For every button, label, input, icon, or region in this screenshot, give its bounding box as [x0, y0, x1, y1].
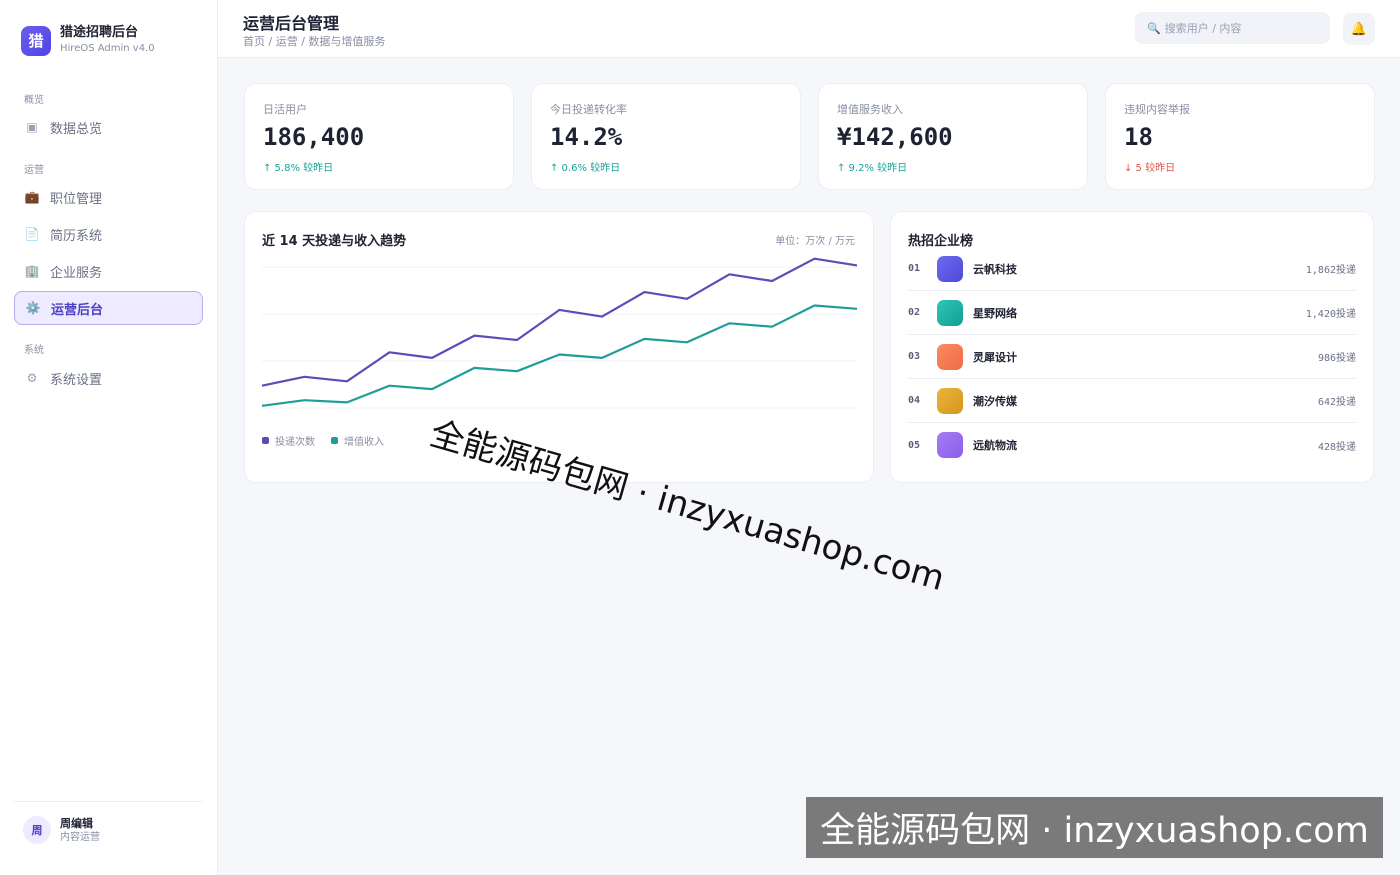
sidebar-item-label: 职位管理	[50, 191, 103, 207]
sidebar-item-label: 企业服务	[50, 265, 103, 281]
stat-card-dau: 日活用户 186,400 ↑ 5.8% 较昨日	[244, 83, 514, 190]
sidebar-item-settings[interactable]: ⚙ 系统设置	[14, 361, 203, 395]
brand[interactable]: 猎 猎途招聘后台 HireOS Admin v4.0	[21, 25, 155, 56]
company-logo	[937, 387, 963, 414]
document-icon: 📄	[24, 227, 40, 241]
company-logo	[937, 299, 963, 326]
application-count: 1,862投递	[1305, 265, 1356, 276]
list-item[interactable]: 04 潮汐传媒 642投递	[908, 379, 1356, 423]
company-name: 星野网络	[973, 306, 1017, 320]
company-logo	[937, 432, 963, 458]
brand-logo: 猎	[21, 25, 51, 56]
sidebar-item-resumes[interactable]: 📄 简历系统	[14, 217, 203, 251]
header: 运营后台管理 首页 / 运营 / 数据与增值服务 🔍 搜索用户 / 内容 🔔	[218, 0, 1400, 58]
stat-card-reports: 违规内容举报 18 ↓ 5 较昨日	[1105, 83, 1375, 190]
chart-legend: 投递次数 增值收入	[262, 433, 400, 448]
briefcase-icon: 💼	[24, 190, 40, 204]
bell-icon: 🔔	[1350, 21, 1368, 37]
sidebar-item-label: 运营后台	[51, 302, 104, 318]
search-placeholder: 搜索用户 / 内容	[1164, 22, 1242, 35]
sidebar-item-jobs[interactable]: 💼 职位管理	[14, 180, 203, 214]
sidebar-item-operations[interactable]: ⚙️ 运营后台	[14, 291, 203, 325]
legend-swatch	[262, 437, 269, 444]
application-count: 428投递	[1317, 441, 1356, 453]
list-item[interactable]: 05 远航物流 428投递	[908, 423, 1356, 467]
user-role: 内容运营	[60, 831, 100, 843]
series-line-revenue[interactable]	[261, 304, 858, 407]
building-icon: 🏢	[24, 264, 40, 278]
legend-item-revenue[interactable]: 增值收入	[331, 433, 384, 448]
list-item[interactable]: 02 星野网络 1,420投递	[908, 291, 1356, 335]
company-logo	[937, 255, 963, 282]
nav-section-overview: 概览	[24, 95, 44, 106]
list-item[interactable]: 01 云帆科技 1,862投递	[908, 247, 1356, 291]
rank-number: 04	[908, 395, 921, 406]
nav-section-operations: 运营	[24, 165, 44, 176]
company-name: 远航物流	[973, 439, 1017, 452]
sidebar: 猎 猎途招聘后台 HireOS Admin v4.0 概览 ▣ 数据总览 运营 …	[0, 0, 218, 875]
legend-swatch	[331, 437, 338, 444]
gear-icon: ⚙️	[25, 301, 41, 315]
rank-number: 03	[908, 351, 921, 362]
series-line-applications[interactable]	[261, 257, 858, 387]
stat-label: 今日投递转化率	[550, 103, 627, 116]
brand-text: 猎途招聘后台 HireOS Admin v4.0	[60, 25, 155, 56]
legend-label: 增值收入	[344, 437, 384, 448]
stat-value: 18	[1124, 123, 1153, 151]
brand-name: 猎途招聘后台	[60, 25, 139, 40]
nav-section-system: 系统	[24, 345, 44, 356]
sidebar-item-label: 系统设置	[50, 372, 103, 388]
company-name: 云帆科技	[973, 262, 1017, 276]
company-name: 灵犀设计	[973, 350, 1017, 364]
legend-item-applications[interactable]: 投递次数	[262, 433, 315, 448]
stat-label: 增值服务收入	[837, 103, 903, 116]
user-name: 周编辑	[60, 816, 93, 830]
company-logo	[937, 343, 963, 370]
settings-icon: ⚙	[26, 371, 38, 385]
watermark-banner: 全能源码包网 · inzyxuashop.com	[806, 797, 1383, 858]
legend-label: 投递次数	[275, 437, 315, 448]
application-count: 642投递	[1317, 397, 1356, 408]
sidebar-item-label: 数据总览	[50, 121, 103, 137]
stat-label: 日活用户	[263, 103, 307, 116]
list-item[interactable]: 03 灵犀设计 986投递	[908, 335, 1356, 379]
stat-delta: ↑ 9.2% 较昨日	[837, 163, 908, 174]
dashboard-icon: ▣	[26, 120, 38, 134]
company-name: 潮汐传媒	[973, 394, 1017, 408]
user-text: 周编辑 内容运营	[60, 817, 100, 844]
sidebar-item-label: 简历系统	[50, 228, 103, 244]
rank-number: 02	[908, 307, 921, 318]
stat-card-conversion: 今日投递转化率 14.2% ↑ 0.6% 较昨日	[531, 83, 801, 190]
search-icon: 🔍	[1147, 21, 1161, 35]
avatar: 周	[23, 816, 51, 844]
stat-label: 违规内容举报	[1124, 103, 1190, 116]
stat-delta: ↓ 5 较昨日	[1124, 163, 1176, 174]
stat-delta: ↑ 5.8% 较昨日	[263, 163, 334, 174]
stat-value: 14.2%	[550, 123, 623, 151]
application-count: 1,420投递	[1305, 309, 1356, 320]
breadcrumb[interactable]: 首页 / 运营 / 数据与增值服务	[243, 33, 385, 49]
brand-version: HireOS Admin v4.0	[60, 43, 155, 54]
stat-delta: ↑ 0.6% 较昨日	[550, 163, 621, 174]
hot-companies-card: 热招企业榜 01 云帆科技 1,862投递 02 星野网络 1,420投递 03…	[890, 211, 1374, 483]
stat-value: ¥142,600	[837, 123, 953, 151]
rank-number: 05	[908, 439, 921, 451]
sidebar-item-dashboard[interactable]: ▣ 数据总览	[14, 110, 203, 144]
stat-value: 186,400	[263, 123, 365, 151]
sidebar-item-enterprise[interactable]: 🏢 企业服务	[14, 254, 203, 288]
search-input[interactable]: 🔍 搜索用户 / 内容	[1135, 12, 1330, 44]
stat-card-revenue: 增值服务收入 ¥142,600 ↑ 9.2% 较昨日	[818, 83, 1088, 190]
rank-number: 01	[908, 263, 921, 274]
user-profile[interactable]: 周 周编辑 内容运营	[14, 801, 203, 844]
application-count: 986投递	[1317, 353, 1356, 364]
page-title: 运营后台管理	[243, 14, 340, 33]
notification-button[interactable]: 🔔	[1343, 13, 1375, 45]
